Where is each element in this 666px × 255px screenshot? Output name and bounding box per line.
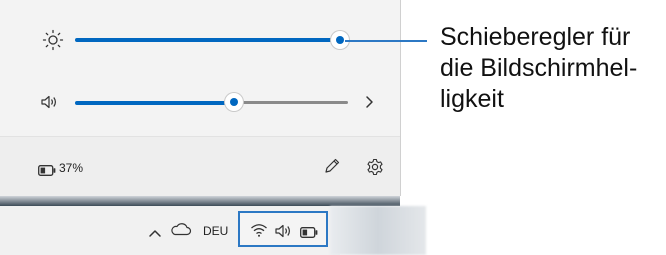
pencil-icon[interactable] (323, 157, 341, 180)
speaker-icon (40, 94, 58, 115)
volume-slider-rest (234, 101, 348, 104)
volume-slider-fill (75, 101, 234, 105)
language-indicator[interactable]: DEU (203, 224, 228, 238)
sun-icon (42, 29, 64, 56)
taskbar-clock-blurred (330, 206, 426, 255)
panel-footer: 37% (0, 136, 400, 197)
gear-icon[interactable] (366, 158, 384, 181)
battery-icon[interactable] (300, 225, 318, 243)
callout-line (345, 40, 427, 42)
desktop-wallpaper-strip (0, 196, 400, 206)
chevron-up-icon[interactable] (148, 225, 162, 243)
speaker-icon[interactable] (274, 223, 292, 244)
battery-percentage: 37% (59, 161, 84, 175)
volume-slider-thumb[interactable] (225, 93, 243, 111)
system-tray-highlight[interactable] (238, 211, 328, 247)
wifi-icon[interactable] (250, 222, 268, 243)
chevron-right-icon[interactable] (364, 95, 374, 114)
cloud-icon[interactable] (170, 222, 192, 241)
callout-line-2: die Bildschirmhel- (440, 54, 638, 82)
callout-line-3: ligkeit (440, 85, 504, 113)
battery-icon (38, 163, 56, 181)
brightness-slider-fill (75, 38, 340, 42)
callout-line-1: Schieberegler für (440, 23, 631, 51)
callout-label: Schieberegler für die Bildschirmhel- lig… (440, 22, 650, 115)
